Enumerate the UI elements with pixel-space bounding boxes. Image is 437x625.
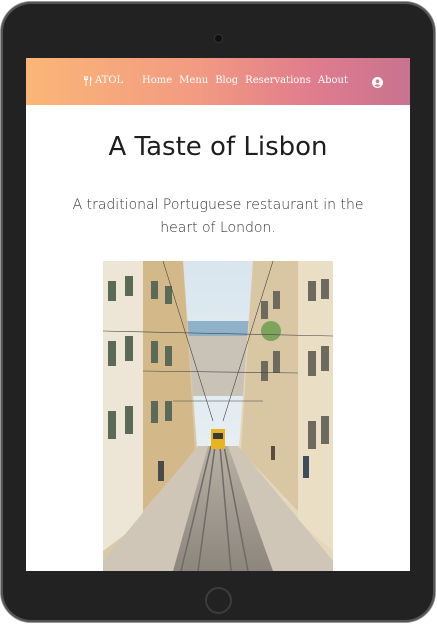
page-title: A Taste of Lisbon: [108, 132, 328, 162]
nav-reservations[interactable]: Reservations: [245, 75, 311, 86]
navbar: ATOL Home Menu Blog Reservations About: [26, 58, 410, 105]
brand-logo[interactable]: ATOL: [84, 75, 123, 86]
lisbon-street-photo: [103, 261, 333, 571]
nav-blog[interactable]: Blog: [215, 75, 238, 86]
user-circle-icon[interactable]: [372, 77, 383, 88]
nav-links: Home Menu Blog Reservations About: [142, 75, 348, 86]
hero-image: [103, 261, 333, 571]
nav-menu[interactable]: Menu: [179, 75, 208, 86]
nav-about[interactable]: About: [318, 75, 348, 86]
page-subtitle: A traditional Portuguese restaurant in t…: [72, 197, 364, 236]
brand-name: ATOL: [95, 75, 124, 86]
front-camera: [215, 35, 222, 42]
nav-home[interactable]: Home: [142, 75, 172, 86]
screen: ATOL Home Menu Blog Reservations About A…: [26, 58, 410, 571]
cutlery-icon: [84, 75, 92, 86]
home-button[interactable]: [205, 587, 232, 614]
